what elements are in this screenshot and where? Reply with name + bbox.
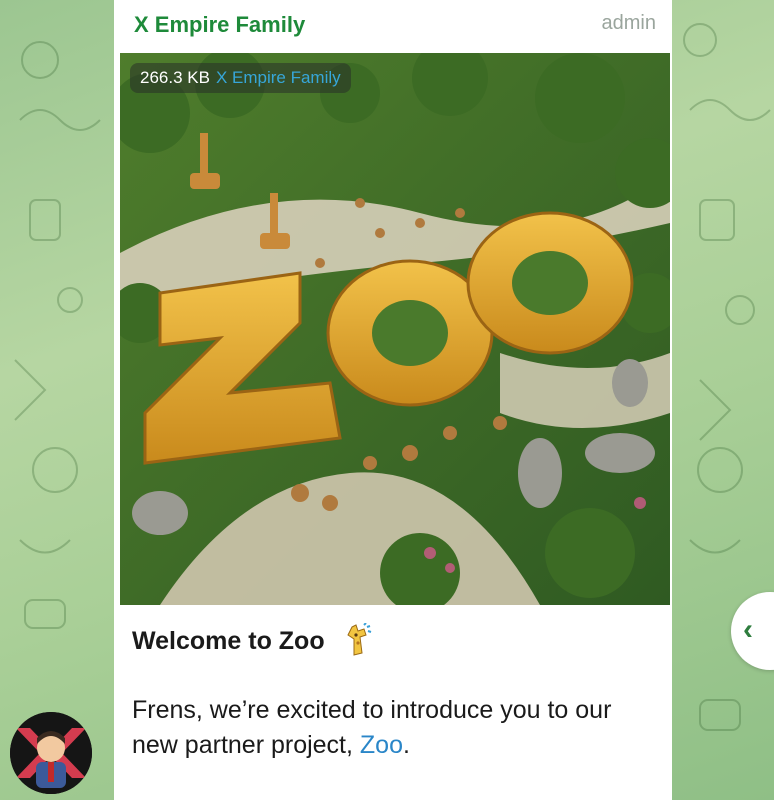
x-empire-avatar-icon: [10, 712, 92, 794]
message-title-text: Welcome to Zoo: [132, 627, 325, 655]
chevron-left-icon: ‹: [743, 613, 753, 646]
channel-name[interactable]: X Empire Family: [134, 12, 305, 38]
media-size-badge: 266.3 KB X Empire Family: [130, 63, 351, 93]
author-role-label: admin: [601, 12, 656, 34]
message-title: Welcome to Zoo: [132, 623, 372, 657]
channel-avatar[interactable]: [10, 712, 92, 794]
zoo-link[interactable]: Zoo: [360, 731, 403, 759]
back-button[interactable]: ‹: [731, 592, 774, 670]
message-bubble[interactable]: X Empire Family admin 266.3 KB X Empire …: [114, 0, 672, 800]
message-header: X Empire Family admin: [114, 0, 672, 52]
post-image[interactable]: 266.3 KB X Empire Family: [120, 53, 670, 605]
zoo-illustration: [120, 53, 670, 605]
giraffe-emoji-icon: [346, 623, 371, 656]
message-body: Frens, we’re excited to introduce you to…: [132, 693, 662, 763]
message-body-end: .: [403, 731, 410, 759]
file-size-label: 266.3 KB: [140, 68, 210, 87]
media-source-label: X Empire Family: [215, 68, 341, 87]
